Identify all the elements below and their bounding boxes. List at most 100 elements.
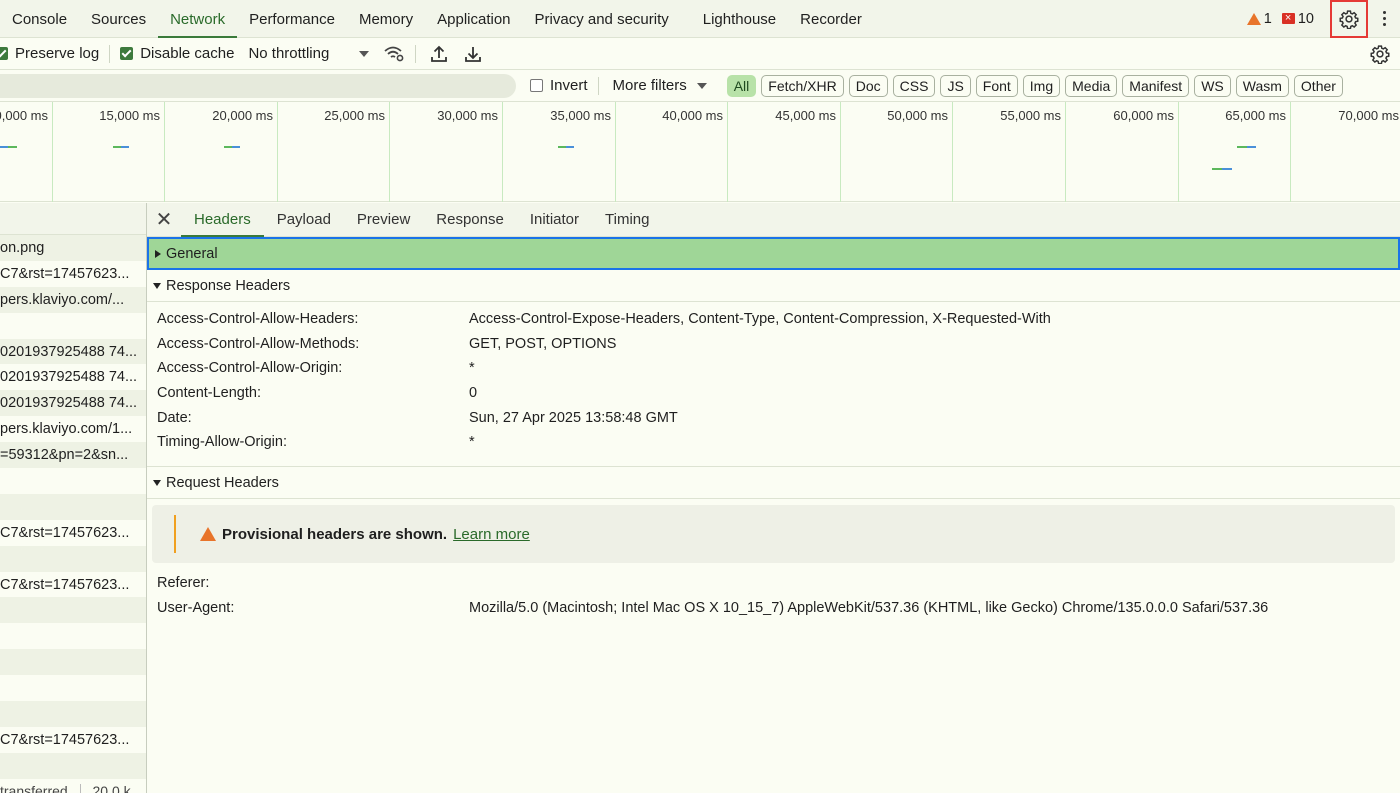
warning-icon	[1246, 12, 1261, 25]
settings-button[interactable]	[1330, 0, 1368, 38]
overview-request-mark	[232, 146, 240, 148]
filter-chip-all[interactable]: All	[726, 74, 757, 97]
filter-chip-css[interactable]: CSS	[892, 74, 936, 97]
header-row: Content-Length: 0	[147, 381, 1400, 406]
kebab-dot-icon	[1382, 23, 1386, 26]
request-row[interactable]: C7&rst=17457623...	[0, 727, 146, 753]
overview-gridline	[1065, 102, 1066, 202]
disable-cache-toggle[interactable]: Disable cache	[120, 45, 234, 62]
request-row[interactable]	[0, 313, 146, 339]
devtools-tab-bar: Console Sources Network Performance Memo…	[0, 0, 1400, 38]
tab-sources[interactable]: Sources	[79, 0, 158, 38]
overview-time-label: 50,000 ms	[887, 108, 948, 123]
request-headers-title: Request Headers	[166, 474, 279, 491]
filter-chip-other[interactable]: Other	[1293, 74, 1343, 97]
invert-checkbox[interactable]	[530, 79, 543, 92]
tab-recorder[interactable]: Recorder	[788, 0, 874, 38]
header-value: Access-Control-Expose-Headers, Content-T…	[469, 311, 1051, 327]
request-row[interactable]	[0, 752, 146, 779]
more-options-button[interactable]	[1368, 0, 1400, 38]
header-row: Date: Sun, 27 Apr 2025 13:58:48 GMT	[147, 406, 1400, 431]
overview-gridline	[164, 102, 165, 202]
request-row[interactable]: pers.klaviyo.com/1...	[0, 416, 146, 442]
request-row[interactable]	[0, 675, 146, 701]
close-icon[interactable]: ✕	[147, 207, 181, 232]
filter-chip-fetch-xhr[interactable]: Fetch/XHR	[761, 74, 844, 97]
tab-initiator[interactable]: Initiator	[517, 203, 592, 237]
filter-chip-img[interactable]: Img	[1022, 74, 1061, 97]
header-name: Access-Control-Allow-Origin:	[157, 360, 343, 377]
request-row[interactable]: 0201937925488 74...	[0, 364, 146, 390]
overview-request-mark	[1222, 168, 1232, 170]
filter-input[interactable]	[0, 73, 516, 98]
response-headers-section-header[interactable]: Response Headers	[147, 270, 1400, 302]
request-row[interactable]	[0, 701, 146, 727]
filter-chip-media[interactable]: Media	[1065, 74, 1118, 97]
request-row[interactable]	[0, 493, 146, 520]
more-filters-dropdown[interactable]: More filters	[613, 77, 707, 94]
tab-memory[interactable]: Memory	[347, 0, 425, 38]
request-row[interactable]	[0, 597, 146, 624]
invert-toggle[interactable]: Invert	[530, 77, 588, 94]
header-name: Date:	[157, 409, 192, 426]
filter-chip-font[interactable]: Font	[975, 74, 1018, 97]
disable-cache-checkbox[interactable]	[120, 47, 134, 60]
export-har-button[interactable]	[464, 45, 482, 63]
request-row[interactable]	[0, 623, 146, 649]
network-overview-timeline[interactable]: 0,000 ms 15,000 ms 20,000 ms 25,000 ms 30,00…	[0, 102, 1400, 202]
tab-privacy-security[interactable]: Privacy and security	[523, 0, 681, 38]
request-details-pane: ✕ Headers Payload Preview Response Initi…	[147, 203, 1400, 793]
tab-console[interactable]: Console	[0, 0, 79, 38]
request-row[interactable]: C7&rst=17457623...	[0, 572, 146, 598]
filter-chip-manifest[interactable]: Manifest	[1122, 74, 1190, 97]
request-row[interactable]: C7&rst=17457623...	[0, 520, 146, 546]
request-row[interactable]: 0201937925488 74...	[0, 390, 146, 417]
tab-payload[interactable]: Payload	[264, 203, 344, 237]
network-settings-button[interactable]	[1370, 44, 1390, 64]
preserve-log-label: Preserve log	[15, 45, 100, 62]
toolbar-divider	[415, 44, 417, 63]
filter-chip-ws[interactable]: WS	[1194, 74, 1231, 97]
overview-request-mark	[1212, 168, 1222, 170]
errors-counter[interactable]: 10	[1281, 11, 1314, 27]
request-row[interactable]: pers.klaviyo.com/...	[0, 286, 146, 313]
request-list-header	[0, 203, 146, 235]
warnings-counter[interactable]: 1	[1246, 11, 1272, 27]
overview-time-label: 35,000 ms	[550, 108, 611, 123]
request-row[interactable]: =59312&pn=2&sn...	[0, 442, 146, 469]
throttling-select[interactable]: No throttling	[248, 45, 370, 62]
request-row[interactable]	[0, 468, 146, 494]
response-headers-list: Access-Control-Allow-Headers: Access-Cont…	[147, 302, 1400, 468]
import-har-button[interactable]	[430, 45, 448, 63]
preserve-log-toggle[interactable]: Preserve log	[0, 45, 99, 62]
filter-chip-js[interactable]: JS	[940, 74, 971, 97]
tab-preview[interactable]: Preview	[344, 203, 423, 237]
request-row[interactable]	[0, 545, 146, 572]
filter-chip-doc[interactable]: Doc	[848, 74, 888, 97]
chevron-down-icon	[359, 50, 370, 57]
preserve-log-checkbox[interactable]	[0, 47, 8, 60]
general-section-header[interactable]: General	[147, 237, 1400, 270]
tab-network[interactable]: Network	[158, 0, 238, 38]
request-row[interactable]	[0, 649, 146, 676]
header-row: Access-Control-Allow-Headers: Access-Cont…	[147, 307, 1400, 332]
request-headers-section-header[interactable]: Request Headers	[147, 467, 1400, 500]
request-row[interactable]: C7&rst=17457623...	[0, 261, 146, 287]
overview-gridline	[277, 102, 278, 202]
request-headers-list: Referer: User-Agent: Mozilla/5.0 (Macintos…	[147, 569, 1400, 620]
request-row[interactable]: 0201937925488 74...	[0, 338, 146, 365]
tab-application[interactable]: Application	[425, 0, 522, 38]
resources-size: 20.0 k	[92, 783, 131, 793]
tab-lighthouse[interactable]: Lighthouse	[691, 0, 788, 38]
filter-chip-wasm[interactable]: Wasm	[1235, 74, 1289, 97]
tab-timing[interactable]: Timing	[592, 203, 662, 237]
tab-performance[interactable]: Performance	[237, 0, 347, 38]
header-name: Referer:	[157, 575, 210, 592]
learn-more-link[interactable]: Learn more	[453, 526, 530, 543]
tab-headers[interactable]: Headers	[181, 203, 264, 237]
network-conditions-button[interactable]	[383, 45, 405, 63]
request-row[interactable]: on.png	[0, 235, 146, 261]
tab-response[interactable]: Response	[423, 203, 517, 237]
details-tab-bar: ✕ Headers Payload Preview Response Initi…	[147, 203, 1400, 237]
gear-icon	[1370, 44, 1390, 64]
